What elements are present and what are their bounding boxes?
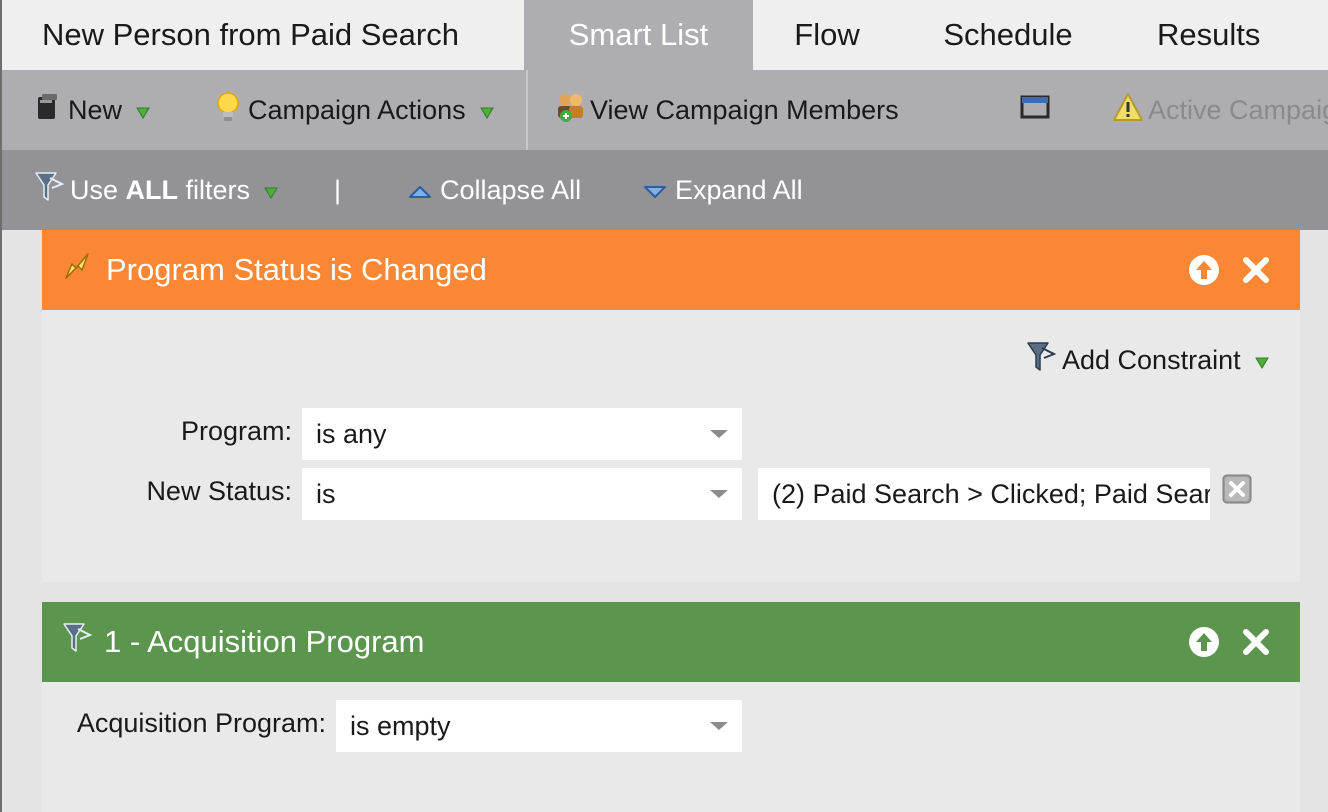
collapse-all-label: Collapse All (440, 174, 582, 205)
tab-campaign-name[interactable]: New Person from Paid Search (0, 0, 524, 70)
remove-filter-icon[interactable] (1240, 626, 1272, 658)
campaign-members-icon (554, 90, 588, 131)
collapse-up-triangle-icon (408, 175, 432, 206)
tab-flow[interactable]: Flow (753, 0, 901, 70)
program-label: Program: (180, 416, 292, 446)
acquisition-program-operator-value: is empty (350, 710, 451, 741)
campaign-actions-button[interactable]: Campaign Actions (214, 70, 494, 150)
filter-card-body: Add Constraint Program: is any New Statu… (42, 310, 1300, 582)
tab-bar: New Person from Paid Search Smart List F… (0, 0, 1328, 70)
new-label: New (68, 94, 123, 125)
view-campaign-members-button[interactable]: View Campaign Members (554, 70, 899, 150)
acquisition-program-label: Acquisition Program: (76, 708, 326, 738)
filter-bar: Use ALL filters | Collapse All Expand Al… (0, 150, 1328, 230)
new-menu-button[interactable]: New (36, 70, 150, 150)
filter-card-header: Program Status is Changed (42, 230, 1300, 310)
tab-schedule[interactable]: Schedule (901, 0, 1115, 70)
campaign-actions-label: Campaign Actions (248, 94, 466, 125)
campaign-name: New Person from Paid Search (42, 17, 459, 52)
program-operator-value: is any (316, 418, 387, 449)
collapse-all-button[interactable]: Collapse All (408, 150, 581, 230)
move-up-icon[interactable] (1188, 254, 1220, 286)
filter-title: Program Status is Changed (106, 252, 487, 287)
new-status-value-field[interactable]: (2) Paid Search > Clicked; Paid Search (758, 468, 1210, 520)
active-campaign-label: Active Campaign (1148, 94, 1328, 125)
tab-smart-list[interactable]: Smart List (524, 0, 753, 70)
tab-schedule-label: Schedule (943, 17, 1073, 52)
acquisition-program-operator-select[interactable]: is empty (336, 700, 742, 752)
tab-smart-list-label: Smart List (568, 17, 709, 52)
filter-card-body: Acquisition Program: is empty (42, 682, 1300, 812)
expand-all-label: Expand All (675, 174, 803, 205)
new-status-value-text: (2) Paid Search > Clicked; Paid Search (772, 478, 1210, 509)
new-status-operator-value: is (316, 478, 336, 509)
add-constraint-label: Add Constraint (1062, 344, 1241, 375)
lightbulb-icon (214, 90, 242, 131)
toolbar: New Campaign Actions View Campaign Membe… (0, 70, 1328, 150)
add-constraint-funnel-icon (1026, 340, 1057, 381)
filter-logic-dropdown-arrow-icon (264, 175, 278, 206)
window-button[interactable] (1020, 70, 1050, 150)
view-campaign-members-label: View Campaign Members (590, 94, 899, 125)
chevron-down-icon (710, 490, 728, 498)
chevron-down-icon (710, 722, 728, 730)
left-border (0, 0, 2, 812)
new-status-operator-select[interactable]: is (302, 468, 742, 520)
expand-down-triangle-icon (643, 175, 667, 206)
toolbar-divider (526, 70, 528, 150)
warning-icon (1112, 92, 1144, 129)
add-constraint-button[interactable]: Add Constraint (1026, 340, 1269, 381)
filter-funnel-icon (34, 170, 65, 211)
filter-funnel-icon (62, 621, 93, 663)
campaign-actions-dropdown-arrow-icon (479, 95, 494, 126)
new-dropdown-arrow-icon (136, 95, 150, 126)
expand-all-button[interactable]: Expand All (643, 150, 803, 230)
filter-bar-separator: | (334, 174, 342, 205)
tab-flow-label: Flow (794, 17, 860, 52)
tab-results-label: Results (1157, 17, 1261, 52)
filter-title: 1 - Acquisition Program (104, 624, 425, 659)
add-constraint-dropdown-arrow-icon (1254, 345, 1269, 376)
trigger-lightning-icon (62, 250, 94, 290)
chevron-down-icon (710, 430, 728, 438)
clear-value-icon[interactable] (1222, 474, 1252, 509)
move-up-icon[interactable] (1188, 626, 1220, 658)
filter-card-header: 1 - Acquisition Program (42, 602, 1300, 682)
remove-filter-icon[interactable] (1240, 254, 1272, 286)
window-icon (1020, 94, 1050, 127)
new-status-label: New Status: (146, 476, 292, 506)
filter-logic-button[interactable]: Use ALL filters (34, 150, 278, 230)
active-campaign-status: Active Campaign (1112, 70, 1328, 150)
new-document-icon (36, 92, 62, 129)
filter-logic-label: Use ALL filters (70, 174, 251, 205)
program-operator-select[interactable]: is any (302, 408, 742, 460)
tab-results[interactable]: Results (1115, 0, 1328, 70)
